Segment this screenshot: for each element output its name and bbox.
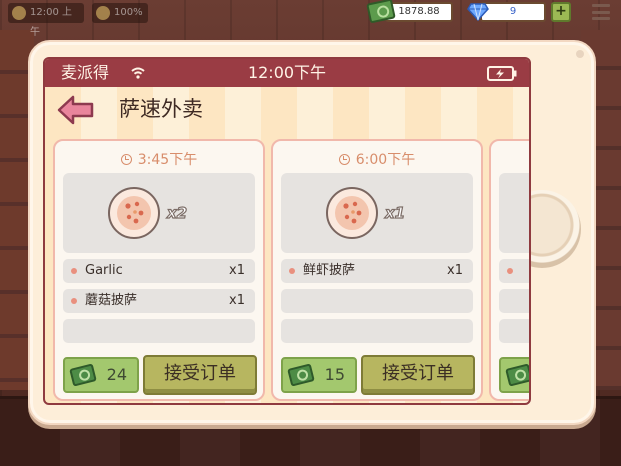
add-currency-button[interactable]: + — [551, 2, 571, 22]
order-price: 15 — [281, 357, 357, 393]
empty-line-item — [281, 319, 473, 343]
phone-clock: 12:00下午 — [247, 63, 327, 82]
item-name: 鲜虾披萨 — [303, 263, 356, 278]
app-header: 萨速外卖 — [45, 87, 529, 133]
top-status-bar: 12:00 上午 100% 1878.88 9 + — [0, 0, 621, 38]
energy-text: 100% — [114, 7, 143, 18]
orders-list[interactable]: 3:45下午 x2 Garlic x1 蘑菇披萨 x1 24 接受订单 6:00… — [45, 139, 529, 403]
battery-icon — [487, 66, 517, 81]
order-line-item: 鲜虾披萨 x1 — [281, 259, 473, 283]
pizza-panel — [499, 173, 529, 253]
item-name: 蘑菇披萨 — [85, 293, 138, 308]
order-price: 24 — [63, 357, 139, 393]
order-line-item — [499, 259, 529, 283]
order-price — [499, 357, 529, 393]
cash-counter: 1878.88 — [385, 2, 453, 22]
pizza-panel: x1 — [281, 173, 473, 253]
item-name: Garlic — [85, 263, 123, 278]
bullet-dot — [289, 268, 295, 274]
order-line-item: Garlic x1 — [63, 259, 255, 283]
pizza-icon — [326, 187, 378, 239]
order-time: 3:45下午 — [55, 151, 263, 169]
order-card: 3:45下午 x2 Garlic x1 蘑菇披萨 x1 24 接受订单 — [53, 139, 265, 401]
diamond-icon — [467, 3, 489, 21]
energy-chip: 100% — [92, 3, 148, 23]
order-time-text: 6:00下午 — [355, 152, 416, 168]
item-count: x1 — [229, 293, 245, 308]
money-icon — [287, 363, 315, 387]
face-icon — [96, 6, 110, 20]
gem-counter: 9 — [480, 2, 546, 22]
order-time-text: 3:45下午 — [137, 152, 198, 168]
camera-dot — [576, 50, 584, 58]
empty-line-item — [499, 319, 529, 343]
cash-amount: 1878.88 — [398, 6, 440, 17]
price-value: 24 — [106, 365, 127, 384]
empty-line-item — [499, 289, 529, 313]
menu-icon[interactable] — [592, 4, 610, 20]
price-value: 15 — [324, 365, 345, 384]
order-card-partial — [489, 139, 529, 401]
pizza-panel: x2 — [63, 173, 255, 253]
back-arrow-icon[interactable] — [57, 95, 95, 125]
gem-amount: 9 — [509, 6, 517, 17]
accept-order-button[interactable]: 接受订单 — [361, 355, 475, 395]
phone-screen: 麦派得 12:00下午 萨速外卖 3:45下午 x2 Garlic x1 蘑菇披… — [43, 57, 531, 405]
money-icon — [505, 363, 529, 387]
bullet-dot — [71, 268, 77, 274]
accept-order-button[interactable]: 接受订单 — [143, 355, 257, 395]
item-count: x1 — [447, 263, 463, 278]
sun-icon — [12, 6, 26, 20]
empty-line-item — [63, 319, 255, 343]
money-icon — [69, 363, 97, 387]
bullet-dot — [71, 298, 77, 304]
clock-icon — [338, 154, 350, 165]
order-time: 6:00下午 — [273, 151, 481, 169]
game-time-chip: 12:00 上午 — [8, 3, 84, 38]
pizza-quantity: x1 — [384, 203, 406, 222]
app-title: 萨速外卖 — [119, 97, 203, 121]
pizza-quantity: x2 — [166, 203, 188, 222]
bullet-dot — [507, 268, 513, 274]
pizza-icon — [108, 187, 160, 239]
item-count: x1 — [229, 263, 245, 278]
order-line-item: 蘑菇披萨 x1 — [63, 289, 255, 313]
clock-icon — [120, 154, 132, 165]
empty-line-item — [281, 289, 473, 313]
phone-status-bar: 麦派得 12:00下午 — [45, 59, 529, 87]
order-card: 6:00下午 x1 鲜虾披萨 x1 15 接受订单 — [271, 139, 483, 401]
